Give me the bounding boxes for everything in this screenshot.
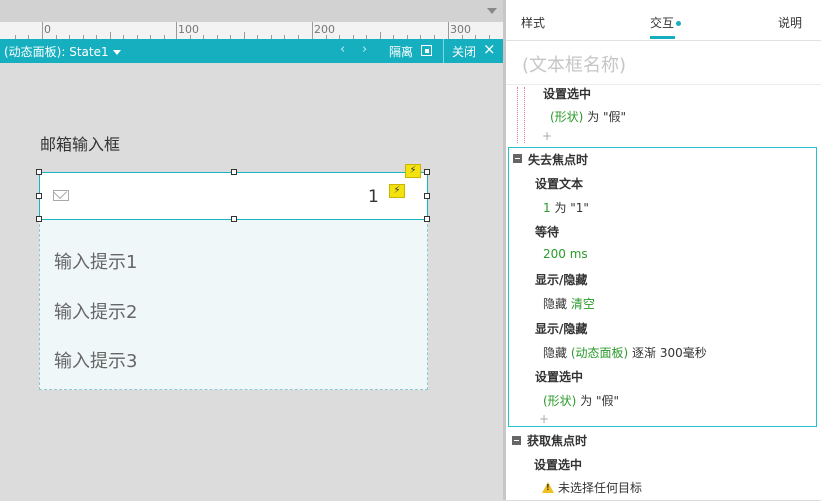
horizontal-ruler: 0 100 200 300 xyxy=(0,0,503,40)
resize-handle[interactable] xyxy=(231,216,237,222)
tree-guide xyxy=(524,87,525,143)
action-detail[interactable]: 200 ms xyxy=(543,247,588,261)
tab-notes[interactable]: 说明 xyxy=(778,14,802,31)
tab-style[interactable]: 样式 xyxy=(521,14,545,31)
resize-handle[interactable] xyxy=(424,193,430,199)
action-target: 1 xyxy=(543,201,551,215)
action-target: (形状) xyxy=(550,110,584,124)
action-name[interactable]: 设置选中 xyxy=(534,456,582,473)
event-title[interactable]: 获取焦点时 xyxy=(527,432,587,449)
state-selector[interactable]: (动态面板): State1 xyxy=(4,43,121,60)
ruler-scale: 0 100 200 300 xyxy=(0,22,503,40)
ruler-label: 300 xyxy=(450,23,471,36)
interaction-list: 设置选中 (形状) 为 "假" + 失去焦点时 设置文本 1 为 "1" 等待 … xyxy=(506,84,821,501)
action-name[interactable]: 设置文本 xyxy=(535,175,583,192)
lightning-icon[interactable]: ⚡ xyxy=(389,184,405,198)
caret-down-icon xyxy=(112,50,121,55)
action-name[interactable]: 设置选中 xyxy=(535,368,583,385)
action-name[interactable]: 等待 xyxy=(535,223,559,240)
resize-handle[interactable] xyxy=(424,216,430,222)
inspector-panel: 样式 交互 说明 (文本框名称) 设置选中 (形状) 为 "假" + 失去焦点时… xyxy=(506,0,821,500)
resize-handle[interactable] xyxy=(36,193,42,199)
event-title[interactable]: 失去焦点时 xyxy=(528,151,588,168)
isolate-icon[interactable] xyxy=(421,45,432,56)
suggestion-dropdown[interactable]: 输入提示1 输入提示2 输入提示3 xyxy=(39,219,428,390)
action-name[interactable]: 显示/隐藏 xyxy=(535,320,587,337)
widget-name-input[interactable]: (文本框名称) xyxy=(522,51,626,77)
suggestion-item[interactable]: 输入提示3 xyxy=(54,347,137,373)
blur-event-case[interactable]: 失去焦点时 设置文本 1 为 "1" 等待 200 ms 显示/隐藏 隐藏 清空… xyxy=(508,147,817,427)
tab-interaction-label: 交互 xyxy=(650,16,675,30)
warning-text: 未选择任何目标 xyxy=(558,481,643,495)
chevron-down-icon[interactable] xyxy=(487,8,497,14)
action-prefix: 隐藏 xyxy=(543,297,571,311)
inspector-tabs: 样式 交互 说明 xyxy=(506,0,821,41)
tree-guide xyxy=(517,87,518,143)
email-field-label: 邮箱输入框 xyxy=(40,135,121,154)
email-input[interactable]: 1 xyxy=(39,172,428,220)
collapse-icon[interactable] xyxy=(512,436,521,445)
ruler-label: 200 xyxy=(314,23,335,36)
mail-icon xyxy=(53,190,69,201)
chevron-right-icon[interactable]: › xyxy=(362,42,367,57)
add-action-icon[interactable]: + xyxy=(539,412,549,426)
canvas-area[interactable]: 0 100 200 300 (动态面板): State1 ‹ › 隔离 关闭 ×… xyxy=(0,0,503,500)
action-target: 清空 xyxy=(570,297,595,311)
state-selector-label: (动态面板): State1 xyxy=(4,45,109,59)
tab-interaction[interactable]: 交互 xyxy=(650,14,682,31)
action-detail[interactable]: 隐藏 清空 xyxy=(543,295,595,312)
action-name[interactable]: 设置选中 xyxy=(543,85,591,102)
dynamic-panel-toolbar: (动态面板): State1 ‹ › 隔离 关闭 × xyxy=(0,39,503,63)
action-detail[interactable]: (形状) 为 "假" xyxy=(550,108,626,125)
ruler-top-bar xyxy=(0,0,503,22)
resize-handle[interactable] xyxy=(36,169,42,175)
action-target: 200 ms xyxy=(543,247,588,261)
collapse-icon[interactable] xyxy=(513,154,522,163)
action-name[interactable]: 显示/隐藏 xyxy=(535,271,587,288)
action-target: (动态面板) xyxy=(570,346,629,360)
action-detail[interactable]: 1 为 "1" xyxy=(543,199,589,216)
email-input-value: 1 xyxy=(368,187,379,207)
action-detail-rest: 为 "1" xyxy=(550,201,589,215)
resize-handle[interactable] xyxy=(231,169,237,175)
close-button[interactable]: 关闭 xyxy=(452,43,476,60)
action-target: (形状) xyxy=(543,394,577,408)
action-detail-rest: 为 "假" xyxy=(583,110,627,124)
action-detail[interactable]: 隐藏 (动态面板) 逐渐 300毫秒 xyxy=(543,344,707,361)
isolate-button[interactable]: 隔离 xyxy=(389,43,413,60)
action-warning[interactable]: 未选择任何目标 xyxy=(542,479,642,496)
action-detail-rest: 为 "假" xyxy=(576,394,620,408)
lightning-icon[interactable]: ⚡ xyxy=(405,164,421,178)
active-dot-icon xyxy=(676,21,682,26)
warning-icon xyxy=(542,482,554,493)
suggestion-item[interactable]: 输入提示2 xyxy=(54,298,137,324)
chevron-left-icon[interactable]: ‹ xyxy=(340,42,345,57)
add-action-icon[interactable]: + xyxy=(542,129,552,143)
ruler-label: 0 xyxy=(44,23,51,36)
resize-handle[interactable] xyxy=(424,169,430,175)
suggestion-item[interactable]: 输入提示1 xyxy=(54,248,137,274)
action-detail-rest: 逐渐 300毫秒 xyxy=(628,346,707,360)
close-icon[interactable]: × xyxy=(483,40,496,58)
action-prefix: 隐藏 xyxy=(543,346,571,360)
action-detail[interactable]: (形状) 为 "假" xyxy=(543,392,619,409)
active-tab-indicator xyxy=(650,36,675,39)
ruler-label: 100 xyxy=(178,23,199,36)
toolbar-divider xyxy=(443,39,444,63)
resize-handle[interactable] xyxy=(36,216,42,222)
